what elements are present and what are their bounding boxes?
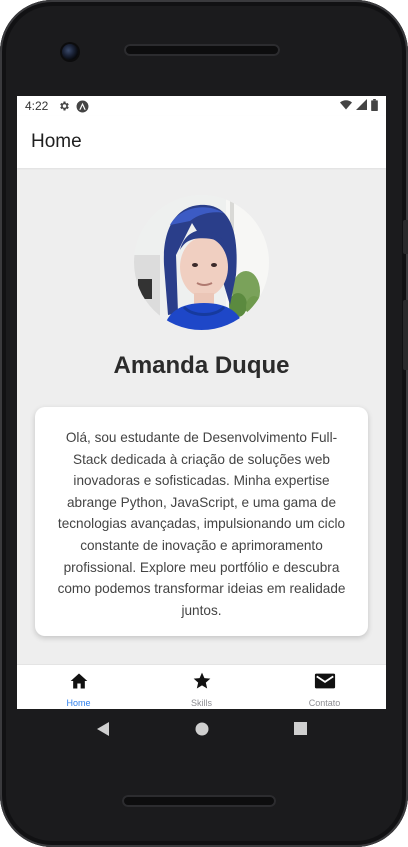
profile-avatar (134, 195, 269, 330)
tab-label: Contato (308, 698, 341, 708)
tab-home[interactable]: Home (17, 665, 140, 709)
power-button (403, 300, 408, 370)
settings-icon (58, 100, 70, 112)
bottom-speaker (122, 795, 276, 807)
mail-icon (314, 671, 336, 696)
signal-icon (356, 99, 367, 113)
app-notification-icon (76, 100, 89, 113)
battery-icon (371, 98, 378, 114)
status-time: 4:22 (25, 99, 49, 113)
status-bar: 4:22 (17, 96, 386, 116)
tab-label: Skills (190, 698, 212, 708)
wifi-icon (340, 99, 352, 113)
system-navigation-bar (17, 709, 386, 753)
front-camera (62, 44, 78, 60)
home-button-icon[interactable] (195, 722, 209, 741)
page-title: Home (31, 131, 82, 152)
profile-name: Amanda Duque (113, 352, 290, 379)
volume-button (403, 220, 408, 254)
tab-contato[interactable]: Contato (263, 665, 386, 709)
bio-text: Olá, sou estudante de Desenvolvimento Fu… (57, 430, 346, 618)
back-icon[interactable] (96, 721, 110, 742)
recents-icon[interactable] (294, 722, 307, 740)
bottom-tab-bar: Home Skills Contato (17, 664, 386, 709)
tab-skills[interactable]: Skills (140, 665, 263, 709)
top-speaker (124, 44, 280, 56)
home-icon (69, 671, 89, 696)
bio-card: Olá, sou estudante de Desenvolvimento Fu… (35, 407, 368, 636)
star-icon (192, 671, 212, 696)
phone-frame: 4:22 Home Amanda Duque Olá, sou estudant… (0, 0, 408, 847)
app-header: Home (17, 116, 386, 168)
screen: 4:22 Home Amanda Duque Olá, sou estudant… (17, 96, 386, 709)
tab-label: Home (66, 698, 91, 708)
